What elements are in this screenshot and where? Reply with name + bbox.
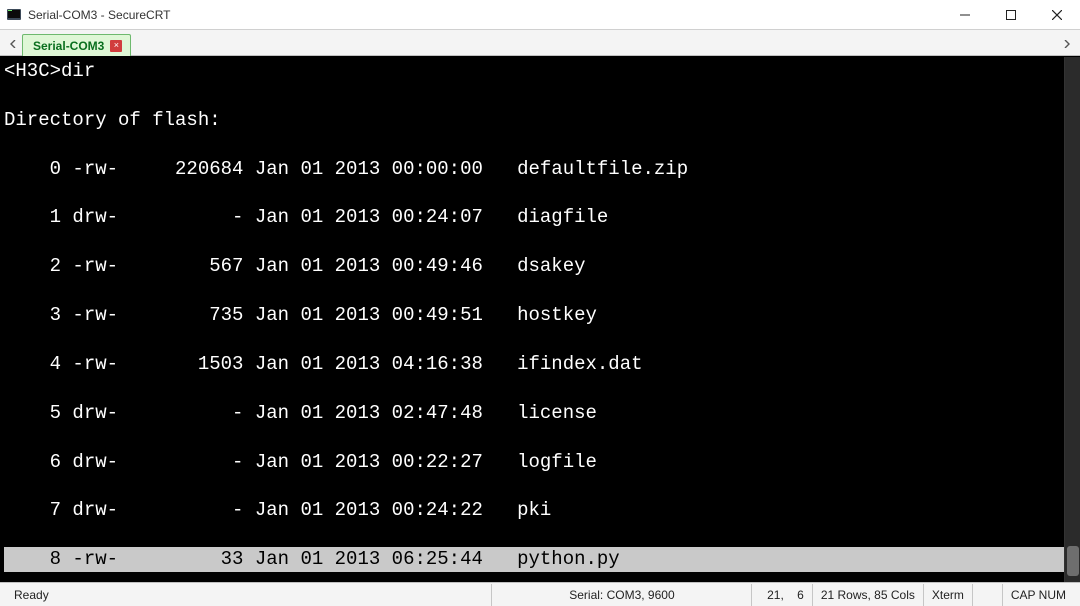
terminal-row: 6 drw- - Jan 01 2013 00:22:27 logfile [4,450,1064,474]
terminal[interactable]: <H3C>dir Directory of flash: 0 -rw- 2206… [0,57,1064,582]
scrollbar-thumb[interactable] [1067,546,1079,576]
status-bar: Ready Serial: COM3, 9600 21, 6 21 Rows, … [0,582,1080,606]
tab-scroll-left-icon[interactable] [4,33,22,55]
minimize-button[interactable] [942,0,988,30]
terminal-row: 3 -rw- 735 Jan 01 2013 00:49:51 hostkey [4,303,1064,327]
app-icon [6,7,22,23]
terminal-row: 0 -rw- 220684 Jan 01 2013 00:00:00 defau… [4,157,1064,181]
status-blank [973,584,1003,606]
terminal-row: 4 -rw- 1503 Jan 01 2013 04:16:38 ifindex… [4,352,1064,376]
status-caps-num: CAP NUM [1003,584,1074,606]
terminal-area: <H3C>dir Directory of flash: 0 -rw- 2206… [0,56,1080,582]
status-cursor: 21, 6 [752,584,812,606]
status-termtype: Xterm [924,584,973,606]
tab-bar: Serial-COM3 × [0,30,1080,56]
status-port: Serial: COM3, 9600 [492,584,752,606]
tab-serial-com3[interactable]: Serial-COM3 × [22,34,131,56]
tab-list: Serial-COM3 × [22,30,1058,55]
terminal-row: 8 -rw- 33 Jan 01 2013 06:25:44 python.py [4,547,1064,571]
tab-label: Serial-COM3 [33,39,104,53]
window-titlebar: Serial-COM3 - SecureCRT [0,0,1080,30]
terminal-row: 1 drw- - Jan 01 2013 00:24:07 diagfile [4,205,1064,229]
terminal-row: 2 -rw- 567 Jan 01 2013 00:49:46 dsakey [4,254,1064,278]
tab-scroll-right-icon[interactable] [1058,33,1076,55]
close-button[interactable] [1034,0,1080,30]
terminal-header-line: Directory of flash: [4,108,1064,132]
terminal-row: 7 drw- - Jan 01 2013 00:24:22 pki [4,498,1064,522]
tab-close-icon[interactable]: × [110,40,122,52]
terminal-row: 5 drw- - Jan 01 2013 02:47:48 license [4,401,1064,425]
status-dimensions: 21 Rows, 85 Cols [813,584,924,606]
terminal-prompt-line: <H3C>dir [4,59,1064,83]
terminal-scrollbar[interactable] [1064,57,1080,582]
status-ready: Ready [6,584,492,606]
window-title: Serial-COM3 - SecureCRT [28,8,170,22]
maximize-button[interactable] [988,0,1034,30]
